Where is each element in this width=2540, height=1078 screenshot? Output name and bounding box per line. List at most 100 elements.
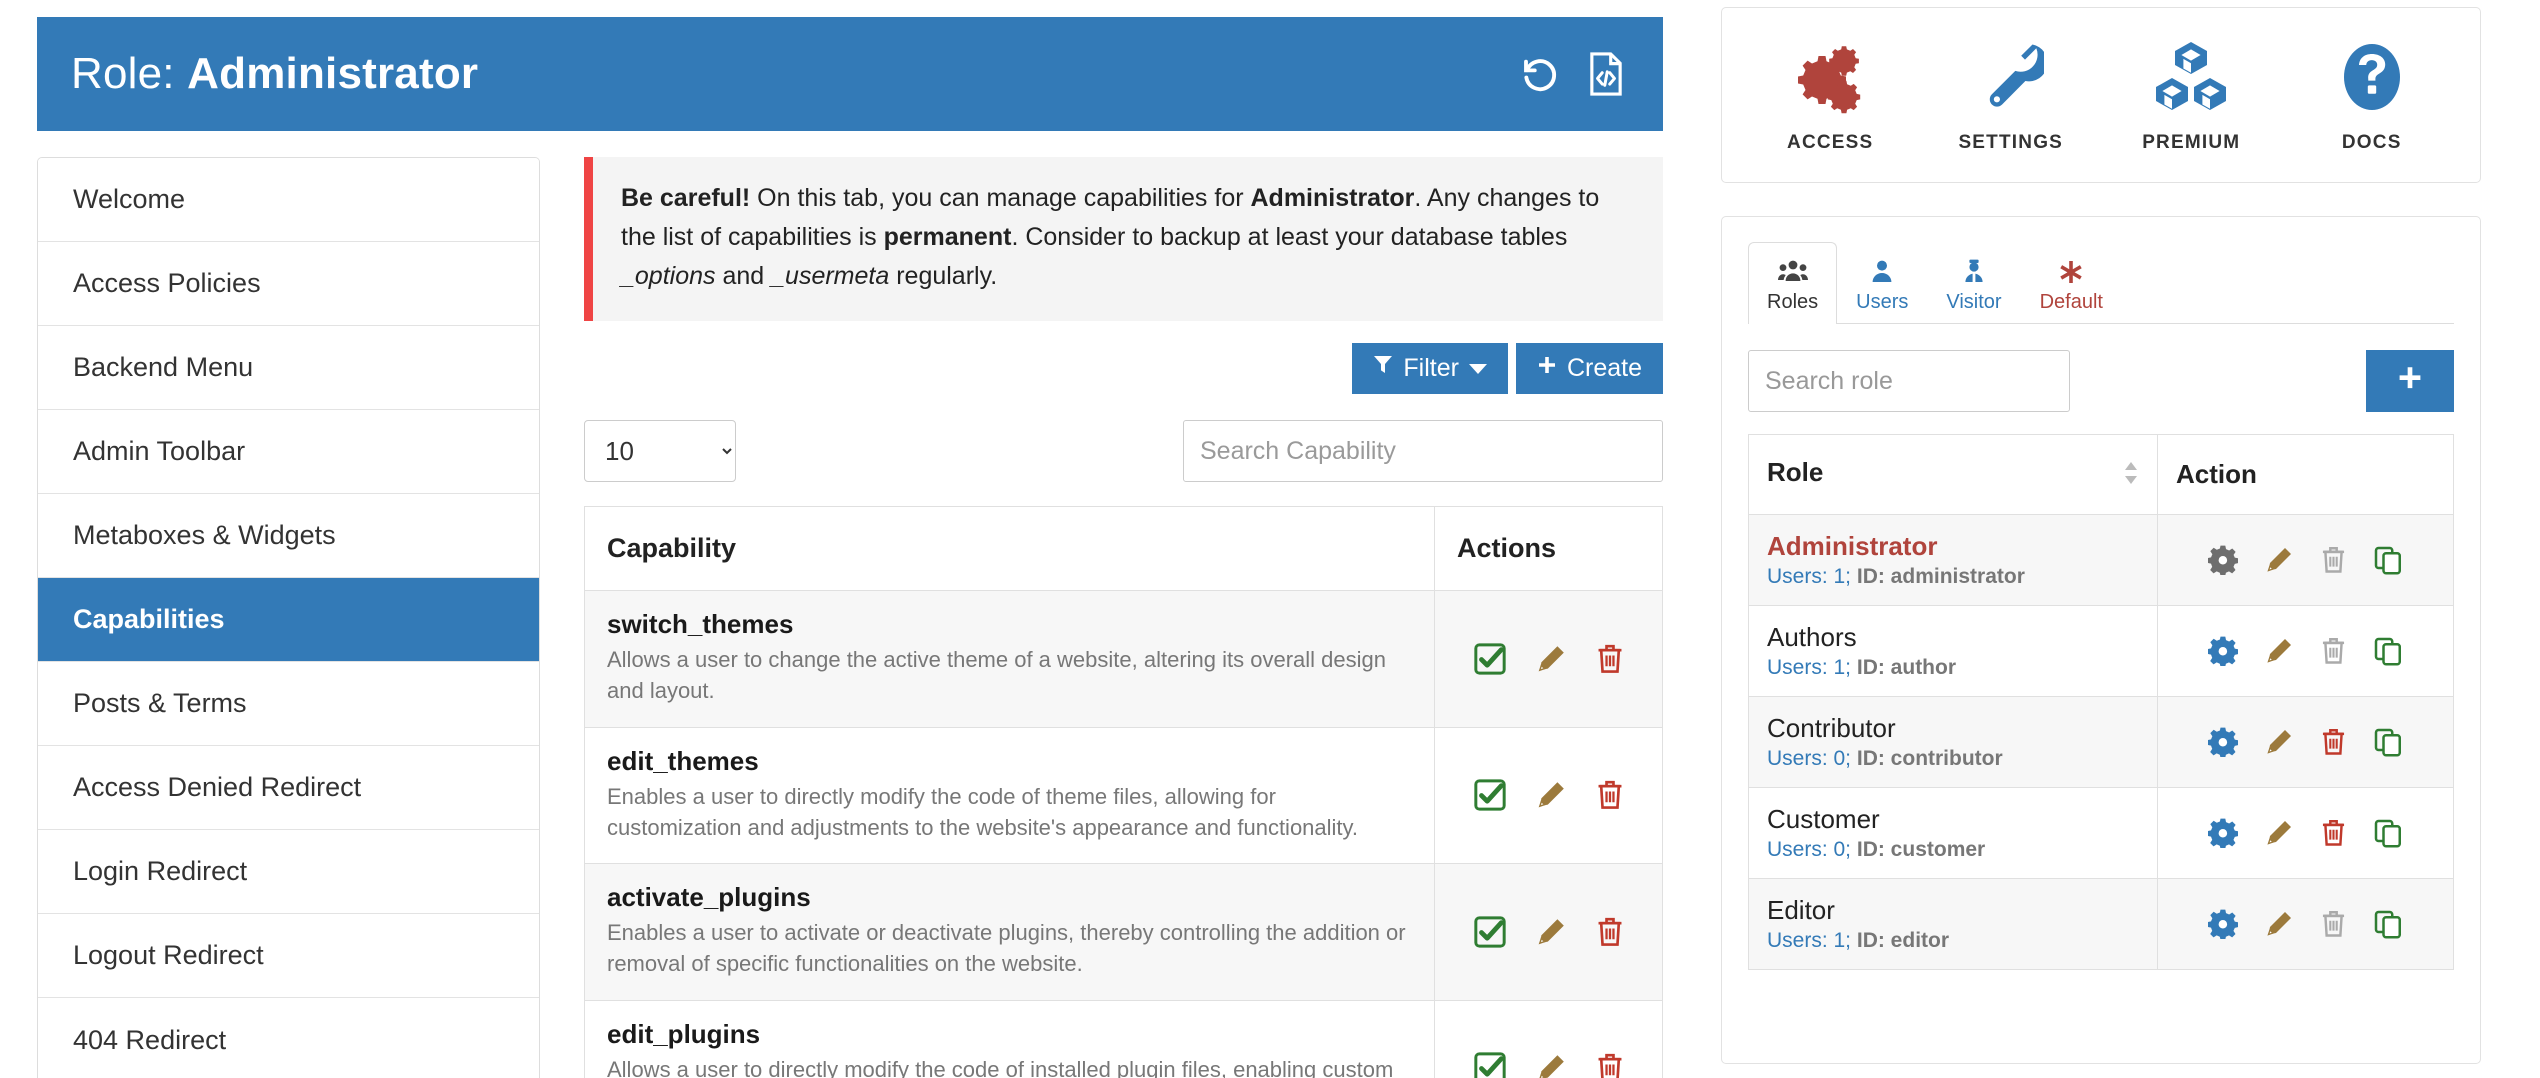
edit-pencil-icon[interactable] (2264, 545, 2294, 575)
tab-users[interactable]: Users (1837, 242, 1927, 324)
role-name[interactable]: Authors (1767, 622, 2139, 653)
sidebar-item-404-redirect[interactable]: 404 Redirect (38, 998, 539, 1078)
role-cell: Contributor Users: 0; ID: contributor (1748, 696, 2158, 788)
sidebar-item-access-denied-redirect[interactable]: Access Denied Redirect (38, 746, 539, 830)
delete-trash-icon[interactable] (1595, 916, 1625, 948)
edit-pencil-icon[interactable] (2264, 636, 2294, 666)
sidebar-item-login-redirect[interactable]: Login Redirect (38, 830, 539, 914)
role-id: ID: editor (1856, 929, 1950, 952)
cubes-icon (2152, 38, 2230, 116)
sidebar-item-logout-redirect[interactable]: Logout Redirect (38, 914, 539, 998)
quicklink-settings[interactable]: SETTINGS (1921, 38, 2102, 154)
clone-copy-icon[interactable] (2373, 909, 2403, 939)
filter-icon (1373, 354, 1393, 383)
edit-pencil-icon[interactable] (2264, 909, 2294, 939)
quicklink-premium[interactable]: PREMIUM (2101, 38, 2282, 154)
checkbox-checked-icon[interactable] (1473, 778, 1507, 812)
role-actions-cell (2157, 605, 2454, 697)
delete-trash-icon[interactable] (1595, 1052, 1625, 1078)
capability-actions (1435, 915, 1662, 949)
sidebar-item-label: Access Denied Redirect (73, 772, 362, 802)
page-title: Role: Administrator (71, 49, 478, 99)
sidebar-item-label: Logout Redirect (73, 940, 264, 970)
create-button[interactable]: Create (1515, 343, 1663, 395)
sidebar-item-admin-toolbar[interactable]: Admin Toolbar (38, 410, 539, 494)
reset-icon[interactable] (1519, 52, 1561, 96)
settings-gear-icon[interactable] (2208, 727, 2238, 757)
tab-label: Roles (1767, 291, 1819, 313)
edit-pencil-icon[interactable] (2264, 727, 2294, 757)
delete-trash-icon[interactable] (1595, 779, 1625, 811)
edit-pencil-icon[interactable] (1535, 643, 1567, 675)
quicklink-docs[interactable]: DOCS (2282, 38, 2463, 154)
wrench-icon (1978, 38, 2044, 116)
table-row: edit_themes Enables a user to directly m… (584, 726, 1663, 865)
clone-copy-icon[interactable] (2373, 545, 2403, 575)
clone-copy-icon[interactable] (2373, 636, 2403, 666)
sidebar-item-label: Capabilities (73, 604, 225, 634)
sidebar-item-label: Admin Toolbar (73, 436, 246, 466)
roles-table: Role Action Administrator Users: 1; ID: … (1748, 434, 2454, 970)
add-role-button[interactable] (2366, 350, 2454, 412)
role-actions-cell (2157, 696, 2454, 788)
sidebar-item-access-policies[interactable]: Access Policies (38, 242, 539, 326)
role-cell: Customer Users: 0; ID: customer (1748, 787, 2158, 879)
delete-trash-icon[interactable] (2320, 727, 2347, 757)
sidebar-item-label: Access Policies (73, 268, 261, 298)
settings-gear-icon[interactable] (2208, 818, 2238, 848)
delete-trash-icon[interactable] (2320, 818, 2347, 848)
role-name[interactable]: Customer (1767, 804, 2139, 835)
clone-copy-icon[interactable] (2373, 727, 2403, 757)
capability-table-head: Capability Actions (584, 506, 1663, 592)
tab-roles[interactable]: Roles (1748, 242, 1838, 324)
edit-pencil-icon[interactable] (2264, 818, 2294, 848)
sort-arrows-icon[interactable] (2123, 461, 2139, 492)
tab-visitor[interactable]: Visitor (1927, 242, 2020, 324)
sidebar-item-posts-terms[interactable]: Posts & Terms (38, 662, 539, 746)
filter-button[interactable]: Filter (1352, 343, 1508, 395)
role-actions-cell (2157, 514, 2454, 606)
roles-table-body: Administrator Users: 1; ID: administrato… (1748, 514, 2454, 970)
checkbox-checked-icon[interactable] (1473, 642, 1507, 676)
role-meta: Users: 1; ID: editor (1767, 929, 2139, 953)
edit-pencil-icon[interactable] (1535, 916, 1567, 948)
column-header-role[interactable]: Role (1748, 434, 2158, 515)
role-name[interactable]: Administrator (1767, 531, 2139, 562)
tab-label: Users (1856, 291, 1909, 313)
sidebar-item-metaboxes-widgets[interactable]: Metaboxes & Widgets (38, 494, 539, 578)
chevron-down-icon (1468, 363, 1487, 374)
sidebar-item-welcome[interactable]: Welcome (38, 158, 539, 242)
role-users-count: Users: 1; (1767, 929, 1857, 952)
quicklink-access[interactable]: ACCESS (1740, 38, 1921, 154)
sidebar-item-capabilities[interactable]: Capabilities (38, 578, 539, 662)
capability-table: Capability Actions switch_themes Allows … (584, 506, 1663, 1078)
clone-copy-icon[interactable] (2373, 818, 2403, 848)
page-length-select[interactable]: 10 (584, 420, 736, 483)
alert-table-options: _options (621, 261, 716, 290)
alert-text-1: On this tab, you can manage capabilities… (750, 184, 1251, 212)
column-header-capability: Capability (584, 506, 1435, 592)
search-role-input[interactable] (1748, 350, 2070, 412)
tab-default[interactable]: Default (2021, 242, 2122, 324)
code-file-icon[interactable] (1587, 52, 1629, 96)
edit-pencil-icon[interactable] (1535, 1052, 1567, 1078)
sidebar-item-label: Metaboxes & Widgets (73, 520, 336, 550)
role-actions (2158, 909, 2453, 939)
checkbox-checked-icon[interactable] (1473, 1051, 1507, 1078)
checkbox-checked-icon[interactable] (1473, 915, 1507, 949)
roles-header-row: Role Action (1748, 434, 2454, 515)
role-name[interactable]: Contributor (1767, 713, 2139, 744)
settings-gear-icon[interactable] (2208, 636, 2238, 666)
search-capability-input[interactable] (1183, 420, 1663, 483)
capability-name: activate_plugins (607, 882, 811, 913)
sidebar-item-backend-menu[interactable]: Backend Menu (38, 326, 539, 410)
capability-name: edit_themes (607, 745, 759, 776)
edit-pencil-icon[interactable] (1535, 779, 1567, 811)
table-row: activate_plugins Enables a user to activ… (584, 863, 1663, 1001)
app-root: Role: Administrator Welcome Access Polic… (0, 0, 2540, 1078)
settings-gear-icon[interactable] (2208, 909, 2238, 939)
settings-gear-icon[interactable] (2208, 545, 2238, 575)
delete-trash-icon[interactable] (1595, 643, 1625, 675)
role-name[interactable]: Editor (1767, 895, 2139, 926)
users-group-icon (1777, 255, 1808, 285)
